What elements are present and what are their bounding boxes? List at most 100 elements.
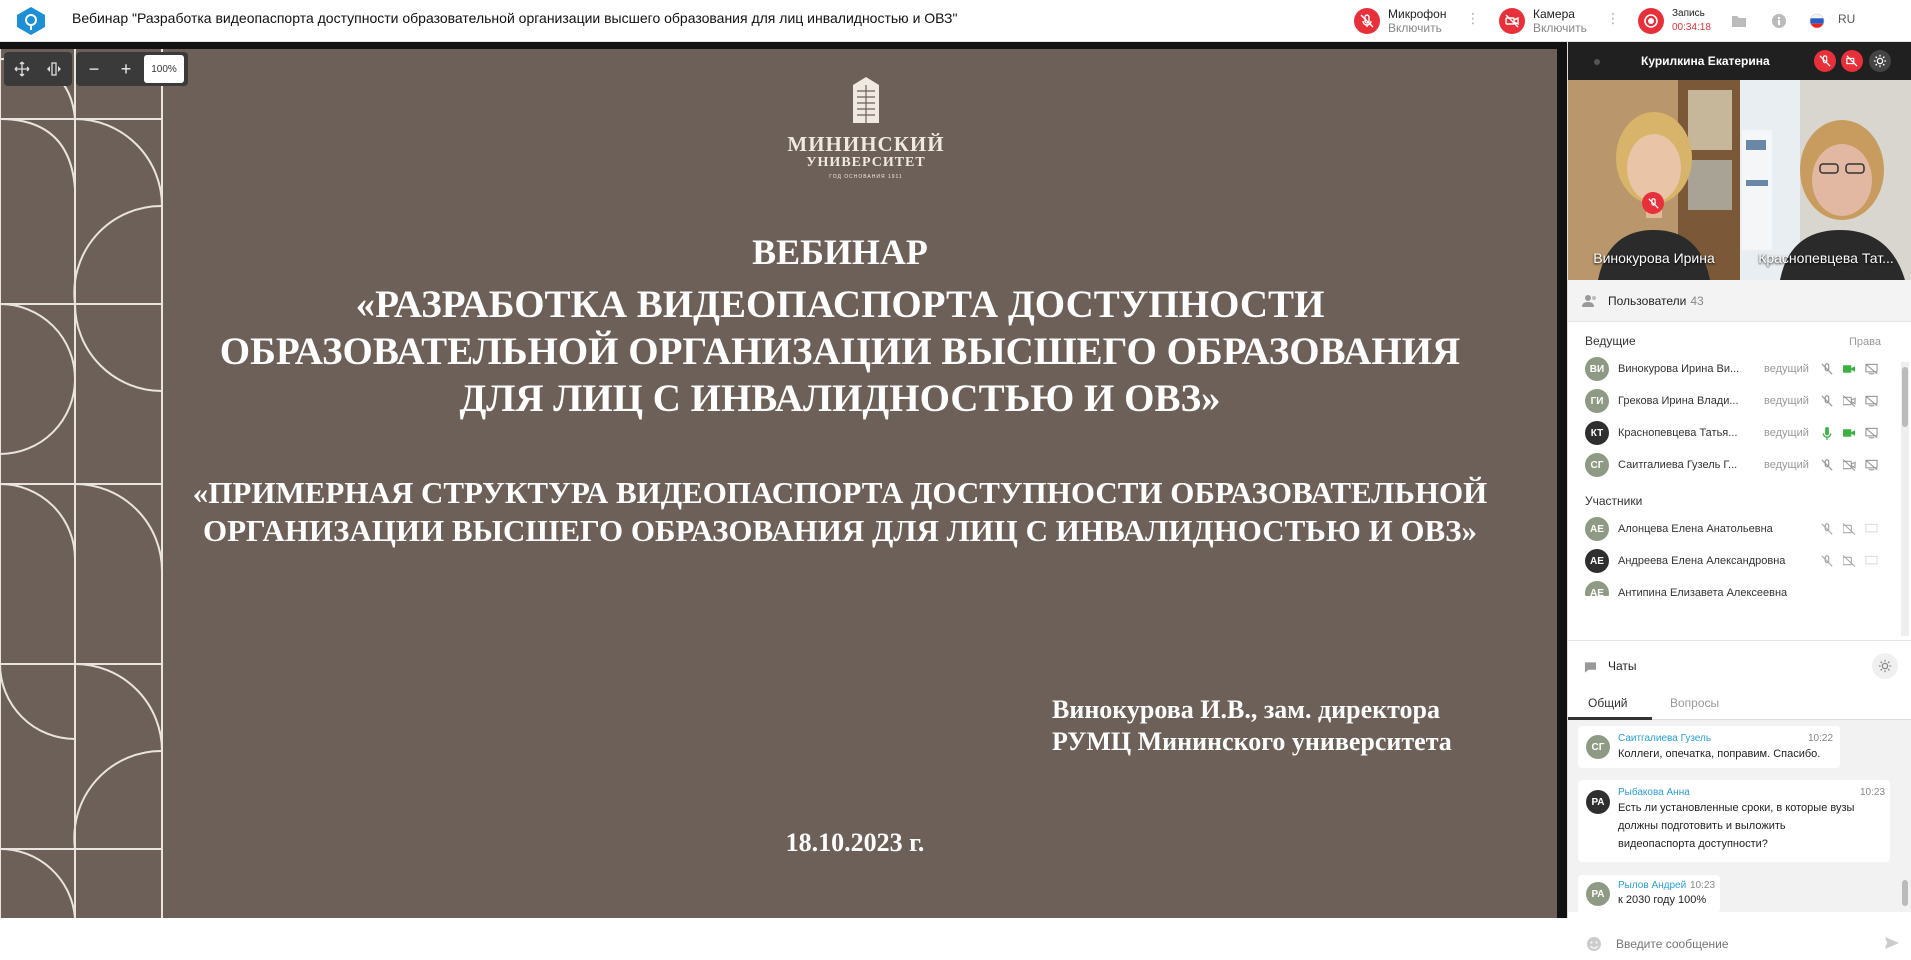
mic-off-icon[interactable] [1816,521,1838,537]
avatar: ВИ [1585,357,1609,381]
hosts-section-label: Ведущие [1585,334,1636,348]
user-role: ведущий [1764,427,1809,439]
user-row[interactable]: АЕ Антипина Елизавета Алексеевна [1585,580,1885,596]
chat-settings-icon[interactable] [1872,653,1898,679]
russia-flag-icon[interactable] [1805,9,1829,33]
participants-section-label: Участники [1585,494,1643,508]
users-scrollbar-thumb[interactable] [1902,367,1908,427]
slide-heading-1: ВЕБИНАР [752,232,928,272]
screen-share-icon[interactable] [1860,425,1882,441]
screen-share-icon[interactable] [1860,361,1882,377]
message-text: должны подготовить и выложить [1618,820,1786,832]
tile-mic-off-icon [1642,192,1664,214]
camera-off-icon[interactable] [1838,393,1860,409]
user-row[interactable]: ВИ Винокурова Ирина Ви... ведущий [1585,356,1885,382]
screen-share-icon[interactable] [1860,457,1882,473]
mic-off-icon[interactable] [1816,457,1838,473]
slide-decoration [0,49,163,918]
move-icon[interactable] [8,55,36,83]
tab-questions[interactable]: Вопросы [1670,696,1719,710]
screen-share-icon[interactable] [1860,393,1882,409]
chat-messages: СГ Саитгалиева Гузель 10:22 Коллеги, опе… [1568,720,1911,912]
host-mic-off-icon[interactable] [1814,50,1836,72]
camera-on-icon[interactable] [1838,425,1860,441]
presentation-slide: МИНИНСКИЙ УНИВЕРСИТЕТ ГОД ОСНОВАНИЯ 1911… [0,49,1557,918]
message-text: видеопаспорта доступности? [1618,838,1768,850]
camera-action[interactable]: Включить [1533,21,1587,35]
video-tiles: Винокурова Ирина Краснопевцева Тат... [1568,80,1911,280]
top-bar: Вебинар "Разработка видеопаспорта доступ… [0,0,1911,42]
message-author[interactable]: Рылов Андрей [1618,880,1686,891]
rights-label: Права [1849,336,1881,348]
screen-share-icon[interactable] [1860,553,1882,569]
camera-on-icon[interactable] [1838,361,1860,377]
message-text: Есть ли установленные сроки, в которые в… [1618,802,1855,814]
record-label: Запись [1672,8,1705,19]
message-author[interactable]: Саитгалиева Гузель [1618,733,1711,744]
camera-off-icon[interactable] [1499,8,1525,34]
language-selector[interactable]: RU [1838,12,1855,26]
video-settings-icon[interactable] [1869,50,1891,72]
message-time: 10:23 [1690,880,1716,891]
user-role: ведущий [1764,395,1809,407]
tile-name-1: Винокурова Ирина [1593,250,1715,266]
mic-on-icon[interactable] [1816,425,1838,441]
record-icon[interactable] [1638,8,1664,34]
microphone-control[interactable]: Микрофон Включить [1354,4,1446,38]
mic-label: Микрофон [1388,7,1447,21]
video-tile-1[interactable]: Винокурова Ирина [1568,80,1740,280]
user-name: Винокурова Ирина Ви... [1618,363,1740,375]
user-row[interactable]: СГ Саитгалиева Гузель Г... ведущий [1585,452,1885,478]
video-tile-2[interactable]: Краснопевцева Тат... [1740,80,1911,280]
logo-line1: МИНИНСКИЙ [787,132,945,156]
avatar: АЕ [1585,517,1609,541]
mic-off-icon[interactable] [1816,361,1838,377]
camera-menu-icon[interactable]: ⋮ [1606,10,1620,27]
host-name: Курилкина Екатерина [1641,54,1770,68]
user-row[interactable]: ГИ Грекова Ирина Влади... ведущий [1585,388,1885,414]
avatar: СГ [1586,735,1610,759]
info-icon[interactable] [1767,9,1791,33]
chat-tabs: Общий Вопросы [1568,688,1911,720]
mic-off-icon[interactable] [1816,553,1838,569]
zoom-out-button[interactable]: − [80,55,108,83]
user-row[interactable]: АЕ Алонцева Елена Анатольевна [1585,516,1885,542]
user-name: Антипина Елизавета Алексеевна [1618,587,1788,596]
mic-menu-icon[interactable]: ⋮ [1466,10,1480,27]
mic-action[interactable]: Включить [1388,21,1446,35]
send-icon[interactable] [1884,936,1900,955]
user-row[interactable]: КТ Краснопевцева Татья... ведущий [1585,420,1885,446]
chat-message: СГ Саитгалиева Гузель 10:22 Коллеги, опе… [1578,726,1840,768]
mic-off-icon[interactable] [1816,393,1838,409]
message-author[interactable]: Рыбакова Анна [1618,787,1690,798]
viewer-toolbar: − + 100% [4,52,188,86]
users-icon [1582,294,1598,313]
folder-icon[interactable] [1727,9,1751,33]
emoji-icon[interactable] [1586,936,1602,957]
host-camera-off-icon[interactable] [1841,50,1863,72]
screen-share-icon[interactable] [1860,521,1882,537]
chat-scrollbar-thumb[interactable] [1902,880,1908,906]
fit-width-icon[interactable] [40,55,68,83]
mic-off-icon[interactable] [1354,8,1380,34]
users-count: 43 [1690,294,1704,308]
zoom-in-button[interactable]: + [112,55,140,83]
camera-label: Камера [1533,7,1575,21]
slide-author: Винокурова И.В., зам. директора РУМЦ Мин… [1052,694,1452,758]
camera-control[interactable]: Камера Включить [1499,4,1587,38]
users-header[interactable]: Пользователи 43 [1568,280,1911,322]
webinar-title: Вебинар "Разработка видеопаспорта доступ… [72,10,958,26]
app-logo-icon[interactable] [14,5,48,37]
chat-message-input[interactable] [1616,932,1866,956]
logo-line3: ГОД ОСНОВАНИЯ 1911 [829,174,903,180]
camera-off-icon[interactable] [1838,553,1860,569]
tile-name-2: Краснопевцева Тат... [1758,250,1894,266]
presentation-stage: МИНИНСКИЙ УНИВЕРСИТЕТ ГОД ОСНОВАНИЯ 1911… [0,42,1567,918]
camera-off-icon[interactable] [1838,521,1860,537]
camera-off-icon[interactable] [1838,457,1860,473]
user-name: Грекова Ирина Влади... [1618,395,1739,407]
user-row[interactable]: АЕ Андреева Елена Александровна [1585,548,1885,574]
record-control[interactable]: Запись 00:34:18 [1638,4,1711,38]
user-name: Саитгалиева Гузель Г... [1618,459,1738,471]
tab-general[interactable]: Общий [1588,696,1628,710]
